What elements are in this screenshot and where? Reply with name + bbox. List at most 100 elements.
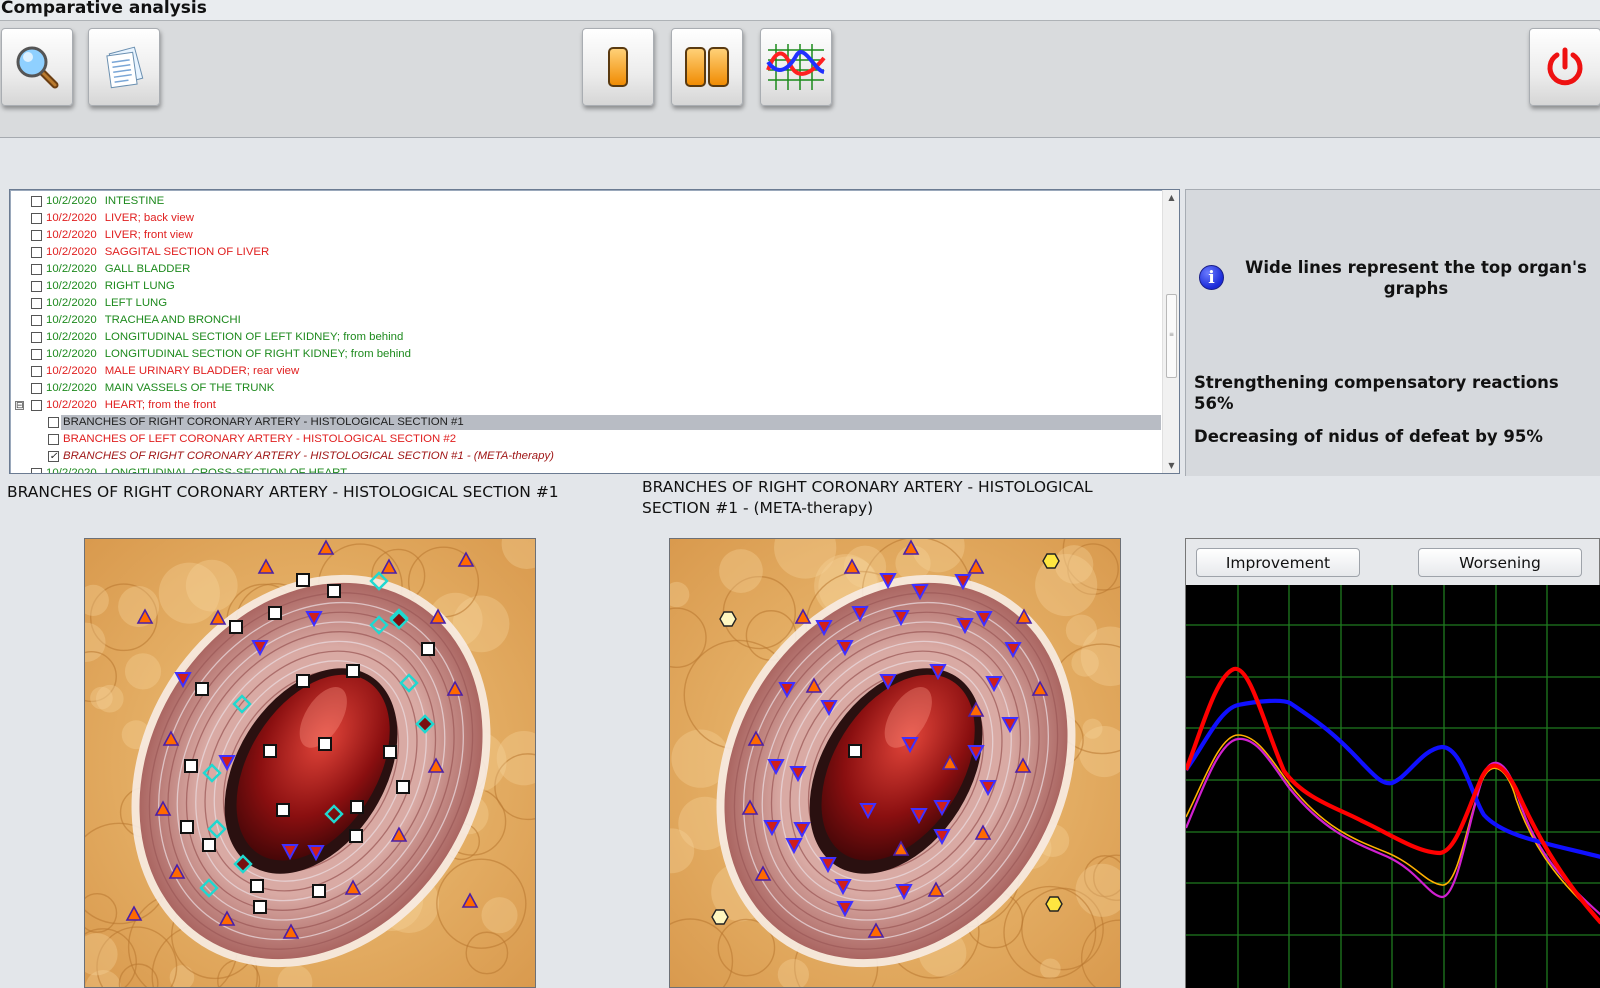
tree-item-date: 10/2/2020 (46, 297, 97, 309)
tree-item-checkbox[interactable] (31, 230, 42, 241)
tree-item-label: SAGGITAL SECTION OF LIVER (104, 246, 270, 258)
tree-child-item[interactable]: BRANCHES OF RIGHT CORONARY ARTERY - HIST… (10, 415, 1161, 432)
tree-item-checkbox[interactable] (31, 196, 42, 207)
tree-item-checkbox[interactable] (31, 366, 42, 377)
tree-item-label: MALE URINARY BLADDER; rear view (104, 365, 300, 377)
dual-view-button[interactable] (671, 28, 743, 106)
scroll-up-icon[interactable]: ▲ (1163, 190, 1179, 205)
window-title: Comparative analysis (0, 0, 1600, 20)
tree-item-label: LONGITUDINAL SECTION OF LEFT KIDNEY; fro… (104, 331, 404, 343)
tree-item[interactable]: 10/2/2020 MALE URINARY BLADDER; rear view (10, 364, 1161, 381)
tree-item-date: 10/2/2020 (46, 348, 97, 360)
toolbar (0, 20, 1600, 138)
comparison-chart (1186, 585, 1600, 988)
tree-item-label: BRANCHES OF RIGHT CORONARY ARTERY - HIST… (63, 416, 464, 428)
magnifier-icon (16, 46, 59, 89)
tree-item-checkbox[interactable] (31, 468, 42, 473)
tree-item-date: 10/2/2020 (46, 212, 97, 224)
marker-square (250, 879, 264, 893)
tree-item-checkbox[interactable] (31, 315, 42, 326)
tree-item-checkbox[interactable] (31, 332, 42, 343)
tree-item-checkbox[interactable] (31, 400, 42, 411)
compensatory-reactions-stat: Strengthening compensatory reactions 56% (1194, 373, 1559, 413)
tree-item[interactable]: 10/2/2020 GALL BLADDER (10, 262, 1161, 279)
marker-square (268, 606, 282, 620)
tree-item[interactable]: 10/2/2020 LONGITUDINAL SECTION OF LEFT KI… (10, 330, 1161, 347)
marker-square (180, 820, 194, 834)
tree-rows: 10/2/2020 INTESTINE 10/2/2020 LIVER; back v… (10, 194, 1161, 473)
scroll-down-icon[interactable]: ▼ (1163, 458, 1179, 473)
notes-button[interactable] (88, 28, 160, 106)
power-icon (1547, 47, 1583, 86)
tree-item-label: MAIN VASSELS OF THE TRUNK (104, 382, 275, 394)
expand-toggle-icon[interactable]: ⊟ (15, 401, 24, 410)
tree-item-checkbox[interactable] (31, 213, 42, 224)
marker-square (421, 642, 435, 656)
organ-tree[interactable]: 10/2/2020 INTESTINE 10/2/2020 LIVER; back v… (9, 189, 1180, 474)
marker-square (396, 780, 410, 794)
tree-item-label: LONGITUDINAL SECTION OF RIGHT KIDNEY; fr… (104, 348, 411, 360)
tree-child-item[interactable]: ✓ BRANCHES OF RIGHT CORONARY ARTERY - HIS… (10, 449, 1161, 466)
tree-item[interactable]: 10/2/2020 INTESTINE (10, 194, 1161, 211)
marker-square (276, 803, 290, 817)
right-image-caption: BRANCHES OF RIGHT CORONARY ARTERY - HIST… (642, 478, 1093, 517)
tree-item-label: HEART; from the front (104, 399, 216, 411)
tree-item-label: LEFT LUNG (104, 297, 168, 309)
search-button[interactable] (1, 28, 73, 106)
worsening-button[interactable]: Worsening (1418, 548, 1582, 577)
tree-item[interactable]: ⊟ 10/2/2020 HEART; from the front (10, 398, 1161, 415)
tree-item-checkbox[interactable] (31, 349, 42, 360)
tree-item-checkbox[interactable] (31, 281, 42, 292)
tree-item-date: 10/2/2020 (46, 195, 97, 207)
tree-item[interactable]: 10/2/2020 LONGITUDINAL SECTION OF RIGHT K… (10, 347, 1161, 364)
marker-square (312, 884, 326, 898)
tree-item[interactable]: 10/2/2020 MAIN VASSELS OF THE TRUNK (10, 381, 1161, 398)
tree-item-date: 10/2/2020 (46, 382, 97, 394)
nidus-defeat-stat: Decreasing of nidus of defeat by 95% (1194, 427, 1543, 446)
marker-hexagon (719, 611, 737, 627)
marker-square (253, 900, 267, 914)
marker-square (327, 584, 341, 598)
tree-item-date: 10/2/2020 (46, 263, 97, 275)
marker-square (202, 838, 216, 852)
graph-icon (766, 44, 826, 90)
graph-button[interactable] (760, 28, 832, 106)
tree-item-label: GALL BLADDER (104, 263, 191, 275)
tree-child-item[interactable]: BRANCHES OF LEFT CORONARY ARTERY - HISTO… (10, 432, 1161, 449)
tree-scrollbar[interactable]: ▲ ≡ ▼ (1162, 190, 1179, 473)
tree-item-checkbox[interactable] (48, 434, 59, 445)
tree-item-checkbox[interactable] (48, 417, 59, 428)
marker-square (229, 620, 243, 634)
improvement-button[interactable]: Improvement (1196, 548, 1360, 577)
tree-item-checkbox[interactable] (31, 264, 42, 275)
tree-item-checkbox[interactable] (31, 383, 42, 394)
tree-item-date: 10/2/2020 (46, 365, 97, 377)
tree-item[interactable]: 10/2/2020 LONGITUDINAL CROSS-SECTION OF H… (10, 466, 1161, 473)
tree-item[interactable]: 10/2/2020 LEFT LUNG (10, 296, 1161, 313)
marker-square (296, 573, 310, 587)
tree-item-checkbox[interactable] (31, 298, 42, 309)
marker-square (346, 664, 360, 678)
right-histology-image[interactable] (669, 538, 1121, 988)
tree-item[interactable]: 10/2/2020 TRACHEA AND BRONCHI (10, 313, 1161, 330)
tree-item-checkbox[interactable] (31, 247, 42, 258)
tree-item-label: LIVER; front view (104, 229, 193, 241)
scroll-thumb[interactable]: ≡ (1166, 294, 1177, 378)
tree-item-label: BRANCHES OF RIGHT CORONARY ARTERY - HIST… (63, 450, 554, 462)
tree-item[interactable]: 10/2/2020 SAGGITAL SECTION OF LIVER (10, 245, 1161, 262)
tree-item-date: 10/2/2020 (46, 314, 97, 326)
tree-item[interactable]: 10/2/2020 LIVER; front view (10, 228, 1161, 245)
tree-item-checkbox[interactable]: ✓ (48, 451, 59, 462)
tree-item[interactable]: 10/2/2020 LIVER; back view (10, 211, 1161, 228)
notepad-icon (106, 46, 144, 89)
tree-item-date: 10/2/2020 (46, 331, 97, 343)
marker-square (296, 674, 310, 688)
marker-hexagon (1042, 553, 1060, 569)
left-histology-image[interactable] (84, 538, 536, 988)
tree-item-date: 10/2/2020 (46, 280, 97, 292)
single-view-button[interactable] (582, 28, 654, 106)
info-icon: i (1199, 265, 1224, 290)
tree-item[interactable]: 10/2/2020 RIGHT LUNG (10, 279, 1161, 296)
tree-item-label: RIGHT LUNG (104, 280, 175, 292)
power-button[interactable] (1529, 28, 1600, 106)
